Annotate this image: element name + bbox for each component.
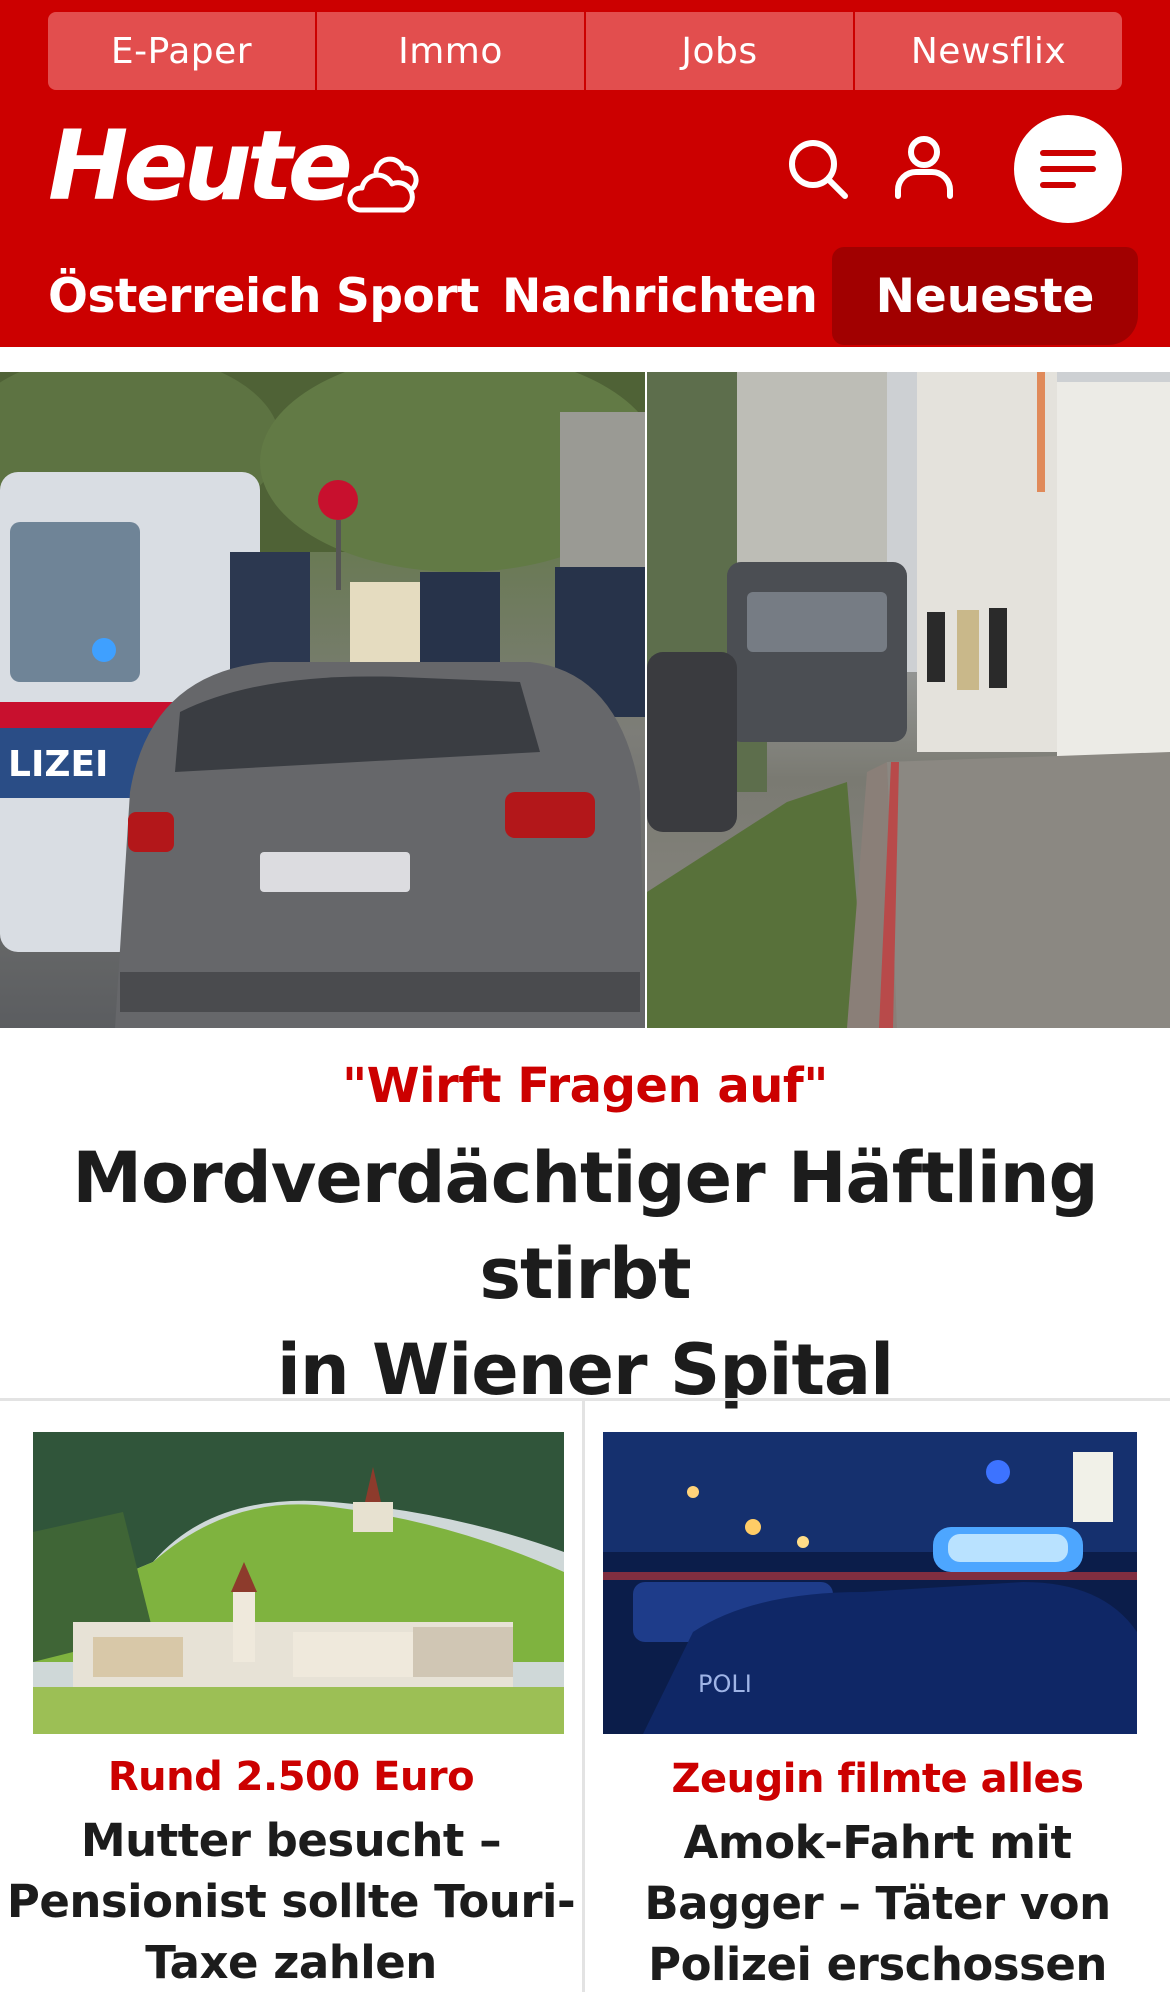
teaser-image-village <box>33 1432 564 1734</box>
hero-photo-police-van: LIZEI <box>0 372 660 1028</box>
link-newsflix[interactable]: Newsflix <box>855 12 1122 90</box>
link-immo[interactable]: Immo <box>317 12 584 90</box>
svg-text:POLI: POLI <box>698 1670 752 1698</box>
cloud-weather-icon[interactable] <box>346 150 422 218</box>
link-jobs[interactable]: Jobs <box>586 12 853 90</box>
link-epaper[interactable]: E-Paper <box>48 12 315 90</box>
teaser-title-line: Taxe zahlen <box>145 1936 437 1989</box>
nav-item-neueste[interactable]: Neueste <box>832 247 1138 345</box>
teaser-card-touri-taxe[interactable]: Rund 2.500 Euro Mutter besucht – Pension… <box>0 1400 582 1992</box>
teaser-title-line: Amok-Fahrt mit <box>683 1816 1072 1869</box>
category-nav: Österreich Sport Nachrichten Neueste <box>0 245 1170 347</box>
teaser-title-line: Mutter besucht – <box>80 1814 502 1867</box>
menu-button[interactable] <box>1014 115 1122 223</box>
hero-photo-street <box>647 372 1170 1028</box>
hero-headline[interactable]: Mordverdächtiger Häftling stirbt in Wien… <box>0 1130 1170 1418</box>
nav-item-nachrichten[interactable]: Nachrichten <box>502 269 818 324</box>
search-icon[interactable] <box>786 137 850 201</box>
hero-headline-line1: Mordverdächtiger Häftling stirbt <box>72 1137 1098 1315</box>
teaser-kicker: Rund 2.500 Euro <box>107 1754 475 1800</box>
hamburger-menu-icon <box>1040 150 1096 188</box>
hero-kicker: "Wirft Fragen auf" <box>342 1058 828 1114</box>
teaser-title: Amok-Fahrt mit Bagger – Täter von Polize… <box>585 1812 1170 1992</box>
teaser-title-line: Bagger – Täter von <box>644 1877 1111 1930</box>
svg-text:LIZEI: LIZEI <box>8 744 108 785</box>
service-links: E-Paper Immo Jobs Newsflix <box>48 12 1122 90</box>
teaser-kicker: Zeugin filmte alles <box>671 1756 1084 1802</box>
teaser-title-line: Polizei erschossen <box>648 1938 1107 1991</box>
nav-item-oesterreich[interactable]: Österreich <box>48 269 321 324</box>
hero-image[interactable]: LIZEI <box>0 372 1170 1028</box>
site-logo[interactable]: Heute <box>48 118 353 214</box>
teaser-title-line: Pensionist sollte Touri- <box>6 1875 576 1928</box>
teaser-title: Mutter besucht – Pensionist sollte Touri… <box>0 1810 582 1992</box>
site-header: E-Paper Immo Jobs Newsflix Heute <box>0 0 1170 245</box>
teaser-image-police-night: POLI <box>603 1432 1137 1734</box>
nav-item-sport[interactable]: Sport <box>336 269 479 324</box>
user-icon[interactable] <box>892 134 956 200</box>
teaser-card-amok-fahrt[interactable]: POLI Zeugin filmte alles Amok-Fahrt mit … <box>585 1400 1170 1992</box>
